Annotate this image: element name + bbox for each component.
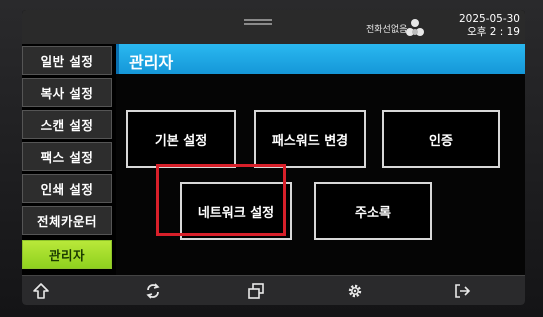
sidebar-item-fax[interactable]: 팩스 설정: [22, 142, 112, 171]
home-icon[interactable]: [32, 282, 50, 300]
time-text: 오후 2 : 19: [467, 26, 520, 38]
toner-icon[interactable]: [404, 18, 426, 38]
date-text: 2025-05-30: [458, 13, 520, 25]
touch-screen: 전화선없음 2025-05-30 오후 2 : 19 일반 설정 복사 설정 스…: [22, 10, 525, 305]
date-time: 2025-05-30 오후 2 : 19: [434, 13, 520, 39]
basic-settings-button[interactable]: 기본 설정: [126, 110, 236, 168]
settings-sidebar: 일반 설정 복사 설정 스캔 설정 팩스 설정 인쇄 설정 전체카운터 관리자: [22, 44, 116, 275]
sidebar-item-copy[interactable]: 복사 설정: [22, 78, 112, 107]
highlight-box: [156, 164, 286, 236]
pull-down-handle-icon[interactable]: [244, 19, 272, 25]
sidebar-item-scan[interactable]: 스캔 설정: [22, 110, 112, 139]
connection-status: 전화선없음: [366, 25, 408, 35]
page-title: 관리자: [129, 53, 174, 72]
bottom-nav-bar: [22, 275, 525, 305]
page-title-bar: 관리자: [116, 44, 525, 74]
sidebar-item-total-counter[interactable]: 전체카운터: [22, 206, 112, 235]
sidebar-item-print[interactable]: 인쇄 설정: [22, 174, 112, 203]
status-bar: 전화선없음 2025-05-30 오후 2 : 19: [22, 10, 525, 44]
copy-windows-icon[interactable]: [247, 282, 265, 300]
change-password-button[interactable]: 패스워드 변경: [254, 110, 366, 168]
sidebar-item-general[interactable]: 일반 설정: [22, 46, 112, 75]
authentication-button[interactable]: 인증: [382, 110, 500, 168]
sidebar-item-admin[interactable]: 관리자: [22, 240, 112, 269]
gear-icon[interactable]: [346, 282, 364, 300]
refresh-icon[interactable]: [144, 282, 162, 300]
logout-icon[interactable]: [453, 282, 471, 300]
address-book-button[interactable]: 주소록: [314, 182, 432, 240]
